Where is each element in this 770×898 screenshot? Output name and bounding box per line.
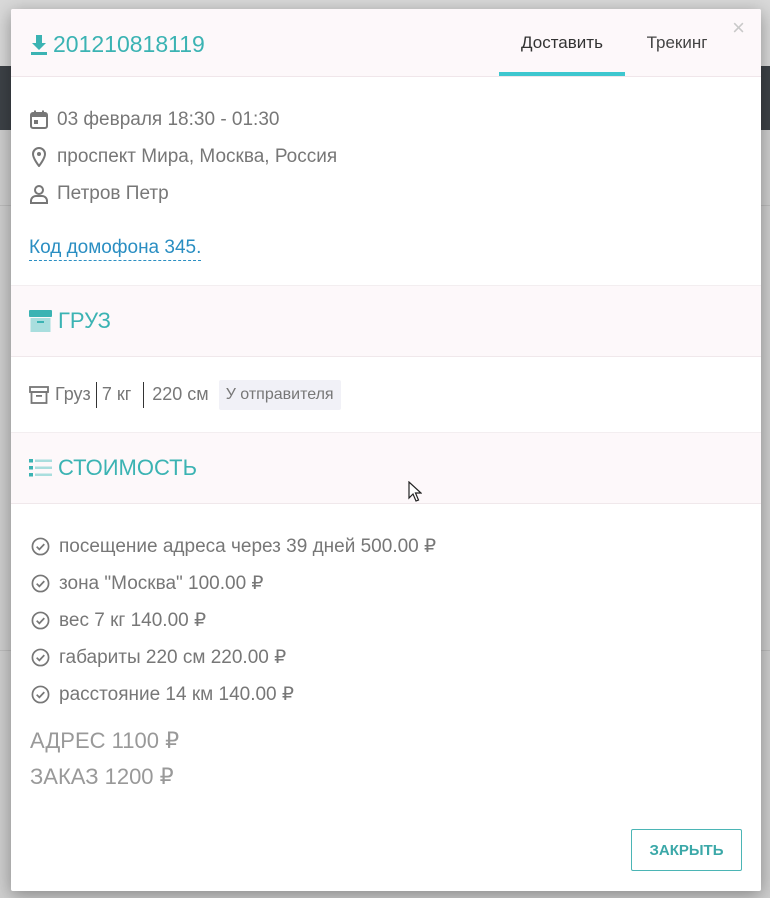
- check-circle-icon: [31, 685, 50, 704]
- intercom-code-link[interactable]: Код домофона 345.: [29, 236, 202, 261]
- order-modal: 201210818119 Доставить Трекинг × 03 февр…: [11, 9, 761, 891]
- list-icon: [29, 459, 52, 477]
- check-circle-icon: [31, 611, 50, 630]
- archive-icon: [29, 385, 49, 404]
- order-total: ЗАКАЗ 1200 ₽: [30, 764, 174, 789]
- cost-item: габариты 220 см 220.00 ₽: [31, 639, 761, 676]
- cost-item-text: расстояние 14 км 140.00 ₽: [59, 684, 294, 705]
- modal-header: 201210818119 Доставить Трекинг ×: [11, 9, 761, 77]
- cost-item-text: вес 7 кг 140.00 ₽: [59, 610, 207, 631]
- delivery-date: 03 февраля 18:30 - 01:30: [57, 108, 280, 130]
- date-row: 03 февраля 18:30 - 01:30: [29, 101, 761, 138]
- check-circle-icon: [31, 574, 50, 593]
- user-icon: [30, 184, 48, 204]
- map-pin-icon: [31, 146, 47, 167]
- cost-item: вес 7 кг 140.00 ₽: [31, 602, 761, 639]
- close-icon[interactable]: ×: [732, 15, 745, 41]
- download-icon: [31, 34, 47, 55]
- contact-row: Петров Петр: [29, 175, 761, 212]
- status-badge: У отправителя: [218, 379, 341, 410]
- cost-list: посещение адреса через 39 дней 500.00 ₽ …: [11, 504, 761, 713]
- address-total: АДРЕС 1100 ₽: [30, 728, 180, 753]
- delivery-address: проспект Мира, Москва, Россия: [57, 145, 338, 167]
- totals: АДРЕС 1100 ₽ ЗАКАЗ 1200 ₽: [11, 713, 761, 795]
- cargo-weight: 7 кг: [101, 384, 132, 404]
- cost-section-header: СТОИМОСТЬ: [11, 432, 761, 504]
- cost-item-text: габариты 220 см 220.00 ₽: [59, 647, 287, 668]
- cargo-row: Груз 7 кг 220 см У отправителя: [11, 357, 761, 432]
- delivery-details: 03 февраля 18:30 - 01:30 проспект Мира, …: [11, 77, 761, 285]
- order-number: 201210818119: [53, 31, 205, 57]
- cargo-section-title: ГРУЗ: [58, 308, 111, 333]
- cost-item: посещение адреса через 39 дней 500.00 ₽: [31, 528, 761, 565]
- cargo-size: 220 см: [152, 384, 209, 404]
- order-number-link[interactable]: 201210818119: [29, 31, 205, 58]
- mouse-cursor-icon: [408, 481, 422, 502]
- cost-item: расстояние 14 км 140.00 ₽: [31, 676, 761, 713]
- cost-section-title: СТОИМОСТЬ: [58, 455, 198, 480]
- cost-item: зона "Москва" 100.00 ₽: [31, 565, 761, 602]
- check-circle-icon: [31, 537, 50, 556]
- address-row: проспект Мира, Москва, Россия: [29, 138, 761, 175]
- tab-bar: Доставить Трекинг: [499, 9, 729, 76]
- cost-item-text: зона "Москва" 100.00 ₽: [59, 573, 264, 594]
- cost-item-text: посещение адреса через 39 дней 500.00 ₽: [59, 536, 437, 557]
- tab-deliver[interactable]: Доставить: [499, 9, 625, 76]
- divider: [95, 381, 97, 408]
- check-circle-icon: [31, 648, 50, 667]
- tab-tracking[interactable]: Трекинг: [625, 9, 729, 76]
- box-icon: [29, 310, 52, 332]
- calendar-icon: [30, 110, 48, 129]
- divider: [143, 381, 145, 408]
- cargo-name: Груз: [55, 384, 91, 404]
- close-button[interactable]: ЗАКРЫТЬ: [631, 829, 742, 871]
- contact-name: Петров Петр: [57, 182, 169, 204]
- cargo-section-header: ГРУЗ: [11, 285, 761, 357]
